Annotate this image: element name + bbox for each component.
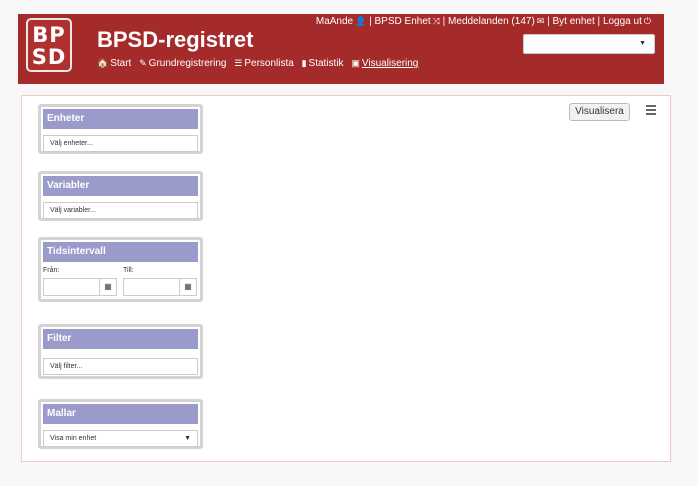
nav-personlista[interactable]: ☰ Personlista <box>234 58 294 69</box>
nav-statistik[interactable]: ▮ Statistik <box>302 58 344 69</box>
nav-start[interactable]: 🏠 Start <box>97 58 131 69</box>
to-date-input[interactable]: ▦ <box>123 278 197 296</box>
panel-title: Tidsintervall <box>43 242 198 262</box>
unit-link[interactable]: BPSD Enhet ⤨ <box>375 16 440 27</box>
template-select-value: Visa min enhet <box>50 435 97 442</box>
main-nav: 🏠 Start ✎ Grundregistrering ☰ Personlista ▮… <box>97 58 423 69</box>
logo[interactable]: BP SD <box>26 18 72 72</box>
to-label: Till: <box>123 267 134 274</box>
picture-icon: ▣ <box>351 58 360 68</box>
logo-line-2: SD <box>31 45 67 69</box>
list-icon: ☰ <box>234 58 243 68</box>
chevron-down-icon: ▼ <box>639 40 646 47</box>
hamburger-menu-icon[interactable] <box>646 105 656 115</box>
panel-variabler: Variabler Välj variabler... <box>38 171 203 221</box>
panel-title: Variabler <box>43 176 198 196</box>
panel-title: Enheter <box>43 109 198 129</box>
edit-icon: ✎ <box>139 58 147 68</box>
calendar-icon[interactable]: ▦ <box>179 279 196 295</box>
panel-title: Mallar <box>43 404 198 424</box>
visualize-button[interactable]: Visualisera <box>569 103 630 121</box>
chevron-down-icon: ▼ <box>184 435 191 442</box>
separator: | <box>547 16 550 27</box>
file-icon: ▮ <box>301 58 307 68</box>
app-title: BPSD-registret <box>97 27 254 52</box>
main-card: Enheter Välj enheter... Variabler Välj v… <box>21 95 671 462</box>
logo-line-1: BP <box>32 23 66 47</box>
panel-mallar: Mallar Visa min enhet ▼ <box>38 399 203 449</box>
date-range: Från: ▦ Till: ▦ <box>41 264 200 300</box>
units-input[interactable]: Välj enheter... <box>43 135 198 152</box>
from-label: Från: <box>43 267 60 274</box>
nav-visualisering[interactable]: ▣ Visualisering <box>351 58 418 69</box>
user-toolbar: MaAnde 👤 | BPSD Enhet ⤨ | Meddelanden (1… <box>316 16 651 27</box>
user-link[interactable]: MaAnde 👤 <box>316 16 366 27</box>
unit-select[interactable]: ▼ <box>523 34 655 54</box>
shuffle-icon: ⤨ <box>432 16 440 26</box>
separator: | <box>369 16 372 27</box>
separator: | <box>442 16 446 27</box>
messages-link[interactable]: Meddelanden (147) ✉ <box>448 16 544 27</box>
from-date-input[interactable]: ▦ <box>43 278 117 296</box>
panel-filter: Filter Välj filter... <box>38 324 203 379</box>
nav-grundregistrering[interactable]: ✎ Grundregistrering <box>139 58 226 69</box>
panel-title: Filter <box>43 329 198 349</box>
panel-tidsintervall: Tidsintervall Från: ▦ Till: ▦ <box>38 237 203 302</box>
logout-link[interactable]: Logga ut ⏻ <box>603 16 651 27</box>
switch-unit-link[interactable]: Byt enhet <box>553 16 595 27</box>
separator: | <box>597 16 601 27</box>
template-select[interactable]: Visa min enhet ▼ <box>43 430 198 447</box>
user-icon: 👤 <box>355 16 367 26</box>
envelope-icon: ✉ <box>536 16 545 26</box>
calendar-icon[interactable]: ▦ <box>99 279 116 295</box>
power-icon: ⏻ <box>643 16 651 26</box>
filter-input[interactable]: Välj filter... <box>43 358 198 375</box>
app-header: BP SD BPSD-registret MaAnde 👤 | BPSD Enh… <box>18 14 664 84</box>
home-icon: 🏠 <box>97 58 109 68</box>
panel-enheter: Enheter Välj enheter... <box>38 104 203 154</box>
variables-input[interactable]: Välj variabler... <box>43 202 198 219</box>
